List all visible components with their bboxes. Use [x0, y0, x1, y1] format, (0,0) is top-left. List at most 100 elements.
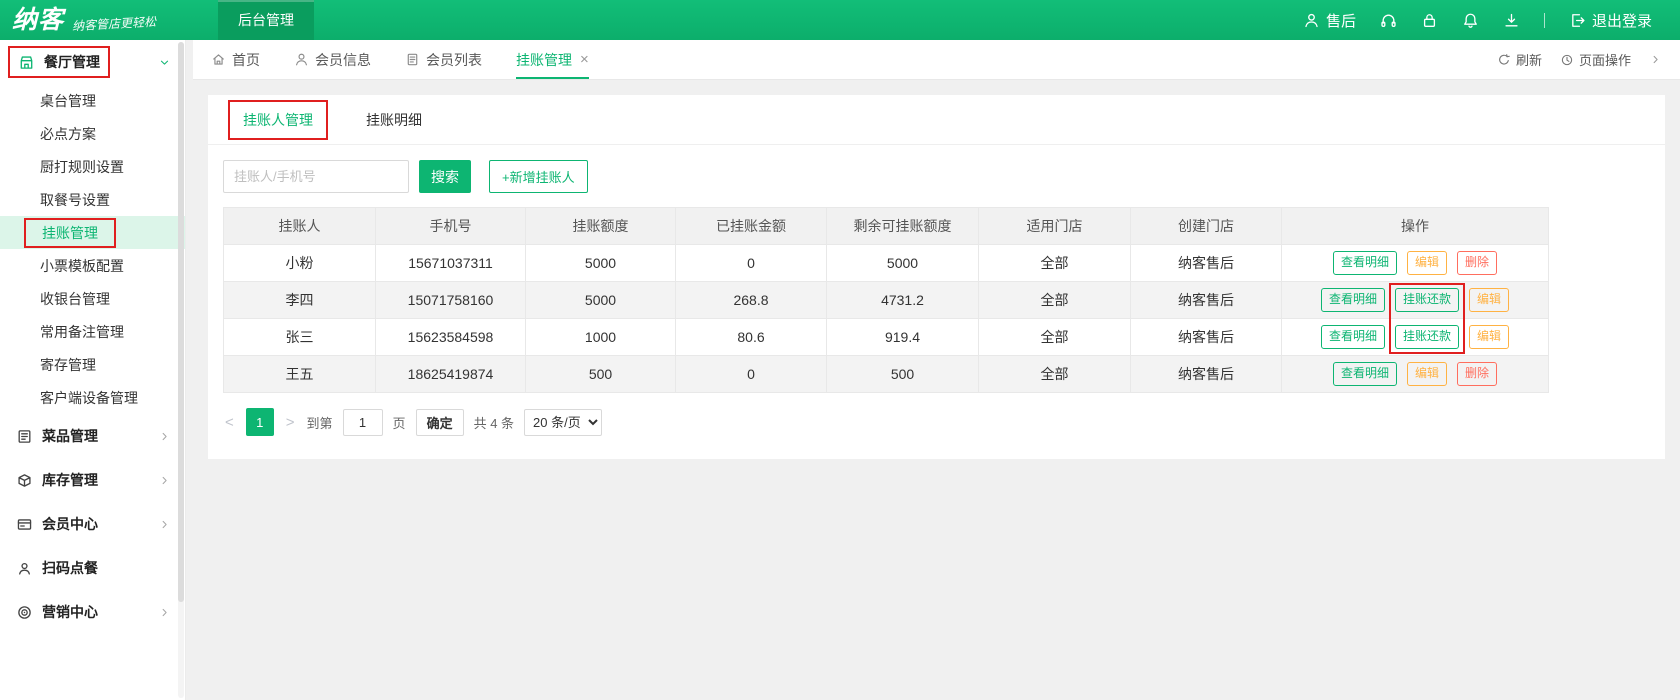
- view-detail-button[interactable]: 查看明细: [1320, 325, 1385, 349]
- nav-tab-admin[interactable]: 后台管理: [218, 0, 314, 40]
- top-header: 纳客 纳客管店更轻松 后台管理 售后 退出登录: [0, 0, 1680, 40]
- column-header: 剩余可挂账额度: [826, 207, 979, 245]
- tab-member-info[interactable]: 会员信息: [294, 40, 371, 79]
- support-button[interactable]: [1380, 12, 1397, 29]
- delete-button[interactable]: 删除: [1457, 362, 1498, 386]
- tab-home[interactable]: 首页: [211, 40, 260, 79]
- subtab-debtor-management[interactable]: 挂账人管理: [228, 100, 328, 140]
- pagination: < 1 > 到第 页 确定 共 4 条 20 条/页: [208, 393, 1665, 451]
- view-detail-button[interactable]: 查看明细: [1332, 251, 1397, 275]
- view-detail-button[interactable]: 查看明细: [1332, 362, 1397, 386]
- download-button[interactable]: [1503, 12, 1520, 29]
- prev-page-button[interactable]: <: [223, 414, 236, 431]
- sidebar-item-label: 菜品管理: [42, 428, 98, 444]
- confirm-page-button[interactable]: 确定: [415, 408, 464, 436]
- tabbar-actions: 刷新 页面操作: [1497, 50, 1662, 69]
- after-sales-button[interactable]: 售后: [1303, 10, 1356, 31]
- sidebar-subitem-deposit-management[interactable]: 寄存管理: [0, 348, 185, 381]
- table-cell: 全部: [978, 355, 1131, 393]
- person-icon: [1303, 12, 1320, 29]
- sidebar-item-label: 扫码点餐: [42, 560, 98, 576]
- sidebar-subitem-label: 常用备注管理: [40, 323, 124, 340]
- subtab-credit-details[interactable]: 挂账明细: [366, 110, 422, 130]
- person-icon: [294, 52, 309, 67]
- sidebar-scrollbar-thumb[interactable]: [178, 42, 184, 602]
- repay-button[interactable]: 挂账还款: [1394, 325, 1459, 349]
- sidebar-item-scan-order[interactable]: 扫码点餐: [0, 546, 185, 590]
- sidebar-item-marketing-center[interactable]: 营销中心: [0, 590, 185, 634]
- column-header: 操作: [1281, 207, 1549, 245]
- edit-button[interactable]: 编辑: [1406, 251, 1447, 275]
- edit-button[interactable]: 编辑: [1406, 362, 1447, 386]
- page-operations-button[interactable]: 页面操作: [1560, 50, 1631, 69]
- sidebar-item-member-center[interactable]: 会员中心: [0, 502, 185, 546]
- sidebar-subitem-label: 厨打规则设置: [40, 158, 124, 175]
- column-header: 创建门店: [1130, 207, 1282, 245]
- actions-cell: 查看明细 编辑 删除: [1281, 244, 1549, 282]
- table-cell: 4731.2: [826, 281, 979, 319]
- qr-icon: [16, 560, 33, 577]
- add-debtor-button[interactable]: +新增挂账人: [489, 160, 588, 193]
- sidebar-item-inner: 餐厅管理: [8, 46, 110, 78]
- sidebar-subitem-table-management[interactable]: 桌台管理: [0, 84, 185, 117]
- header-divider: [1543, 12, 1545, 28]
- sidebar-subitem-cashier-management[interactable]: 收银台管理: [0, 282, 185, 315]
- open-tabs: 首页 会员信息 会员列表 挂账管理 ×: [211, 40, 589, 79]
- notifications-button[interactable]: [1462, 12, 1479, 29]
- stock-icon: [16, 472, 33, 489]
- sidebar-subitem-kitchen-print-rules[interactable]: 厨打规则设置: [0, 150, 185, 183]
- chevron-right-icon: [158, 474, 171, 487]
- sidebar-item-restaurant-management[interactable]: 餐厅管理: [0, 40, 185, 84]
- table-cell: 5000: [525, 281, 676, 319]
- close-icon[interactable]: ×: [580, 52, 589, 67]
- sidebar-item-dish-management[interactable]: 菜品管理: [0, 414, 185, 458]
- table-cell: 500: [525, 355, 676, 393]
- lock-button[interactable]: [1421, 12, 1438, 29]
- sidebar-subitem-pickup-number-settings[interactable]: 取餐号设置: [0, 183, 185, 216]
- search-input[interactable]: [223, 160, 409, 193]
- sidebar-subitem-receipt-template-config[interactable]: 小票模板配置: [0, 249, 185, 282]
- page-number-1[interactable]: 1: [245, 408, 274, 436]
- chevron-down-icon: [158, 56, 171, 69]
- goto-prefix: 到第: [306, 415, 333, 431]
- table-cell: 268.8: [675, 281, 827, 319]
- subtabs: 挂账人管理 挂账明细: [208, 95, 1665, 145]
- sidebar-subitem-client-device-management[interactable]: 客户端设备管理: [0, 381, 185, 414]
- table-row: 王五 18625419874 500 0 500 全部 纳客售后 查看明细 编辑 删除: [223, 355, 1549, 393]
- column-header: 手机号: [375, 207, 526, 245]
- next-page-button[interactable]: >: [284, 414, 297, 431]
- tab-member-list[interactable]: 会员列表: [405, 40, 482, 79]
- sidebar-subitem-common-remarks-management[interactable]: 常用备注管理: [0, 315, 185, 348]
- chevron-right-icon[interactable]: [1649, 53, 1662, 66]
- sidebar-subitem-must-order-plan[interactable]: 必点方案: [0, 117, 185, 150]
- sidebar-subitem-label: 客户端设备管理: [40, 389, 138, 406]
- column-header: 适用门店: [978, 207, 1131, 245]
- total-count: 共 4 条: [473, 415, 515, 431]
- logout-button[interactable]: 退出登录: [1569, 10, 1652, 31]
- marketing-icon: [16, 604, 33, 621]
- search-button[interactable]: 搜索: [419, 160, 471, 193]
- goto-suffix: 页: [392, 415, 406, 431]
- debtors-table: 挂账人 手机号 挂账额度 已挂账金额 剩余可挂账额度 适用门店 创建门店 操作 小粉 15671…: [223, 207, 1549, 393]
- edit-button[interactable]: 编辑: [1469, 325, 1510, 349]
- table-row: 李四 15071758160 5000 268.8 4731.2 全部 纳客售后 查看明细 挂账…: [223, 281, 1549, 319]
- repay-button[interactable]: 挂账还款: [1394, 288, 1459, 312]
- sidebar-item-label: 库存管理: [42, 472, 98, 488]
- edit-button[interactable]: 编辑: [1469, 288, 1510, 312]
- sidebar-item-inventory-management[interactable]: 库存管理: [0, 458, 185, 502]
- refresh-button[interactable]: 刷新: [1497, 50, 1542, 69]
- page-size-select[interactable]: 20 条/页: [524, 408, 603, 436]
- delete-button[interactable]: 删除: [1457, 251, 1498, 275]
- goto-page-input[interactable]: [342, 408, 383, 436]
- table-cell: 0: [675, 244, 827, 282]
- tab-credit-management[interactable]: 挂账管理 ×: [516, 40, 589, 79]
- sidebar-subitem-credit-account-management[interactable]: 挂账管理: [0, 216, 185, 249]
- table-cell: 15671037311: [375, 244, 526, 282]
- headset-icon: [1380, 12, 1397, 29]
- sidebar-item-inner: 会员中心: [16, 514, 98, 534]
- table-cell: 王五: [223, 355, 376, 393]
- table-cell: 纳客售后: [1130, 281, 1282, 319]
- main-area: 首页 会员信息 会员列表 挂账管理 × 刷新 页面操作 挂账人管理 挂账明细 搜索 +新增…: [186, 40, 1680, 700]
- sidebar-item-inner: 营销中心: [16, 602, 98, 622]
- view-detail-button[interactable]: 查看明细: [1320, 288, 1385, 312]
